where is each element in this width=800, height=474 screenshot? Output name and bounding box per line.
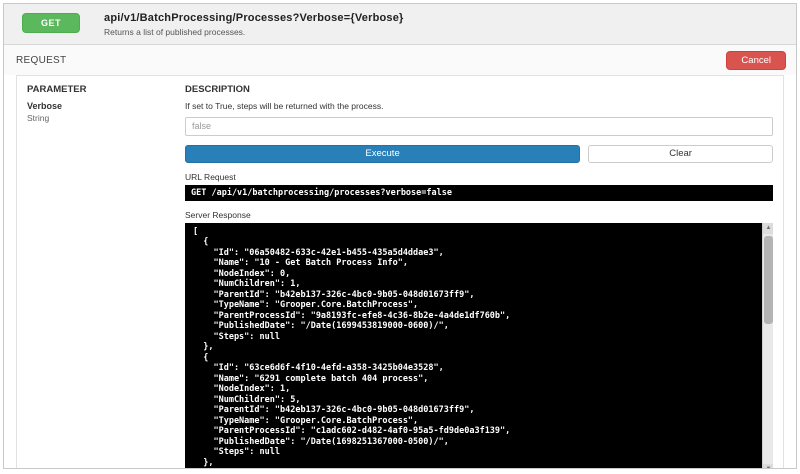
response-scrollbar[interactable]: ▲ ▼ — [762, 222, 773, 468]
parameter-column: PARAMETER Verbose String — [27, 84, 185, 468]
parameter-type: String — [27, 113, 50, 123]
scrollbar-thumb[interactable] — [764, 235, 773, 324]
endpoint-header: GET api/v1/BatchProcessing/Processes?Ver… — [4, 4, 796, 45]
server-response-label: Server Response — [185, 209, 251, 220]
parameter-column-header: PARAMETER — [27, 84, 87, 95]
description-column: DESCRIPTION If set to True, steps will b… — [185, 84, 773, 468]
cancel-button[interactable]: Cancel — [726, 51, 786, 70]
server-response-console: [ { "Id": "06a50482-633c-42e1-b455-435a5… — [185, 222, 773, 468]
description-column-header: DESCRIPTION — [185, 84, 250, 95]
scroll-up-arrow-icon[interactable]: ▲ — [763, 222, 773, 234]
request-panel: PARAMETER Verbose String DESCRIPTION If … — [16, 75, 784, 468]
execute-button[interactable]: Execute — [185, 144, 581, 163]
url-request-console: GET /api/v1/batchprocessing/processes?ve… — [185, 184, 773, 201]
server-response-json: [ { "Id": "06a50482-633c-42e1-b455-435a5… — [193, 226, 511, 468]
parameter-description: If set to True, steps will be returned w… — [185, 101, 384, 111]
http-method-button[interactable]: GET — [22, 13, 81, 33]
api-doc-page: GET api/v1/BatchProcessing/Processes?Ver… — [3, 3, 797, 469]
url-request-label: URL Request — [185, 171, 236, 182]
endpoint-path: api/v1/BatchProcessing/Processes?Verbose… — [104, 12, 404, 24]
clear-button[interactable]: Clear — [588, 144, 773, 163]
verbose-value-input[interactable] — [185, 116, 773, 136]
action-button-row: Execute Clear — [185, 144, 773, 163]
endpoint-summary: Returns a list of published processes. — [104, 27, 246, 37]
parameter-name: Verbose — [27, 101, 63, 111]
endpoint-info: api/v1/BatchProcessing/Processes?Verbose… — [104, 12, 404, 37]
scroll-down-arrow-icon[interactable]: ▼ — [763, 463, 773, 468]
request-section-label: REQUEST — [16, 55, 67, 66]
request-section-bar: REQUEST Cancel — [4, 45, 796, 75]
